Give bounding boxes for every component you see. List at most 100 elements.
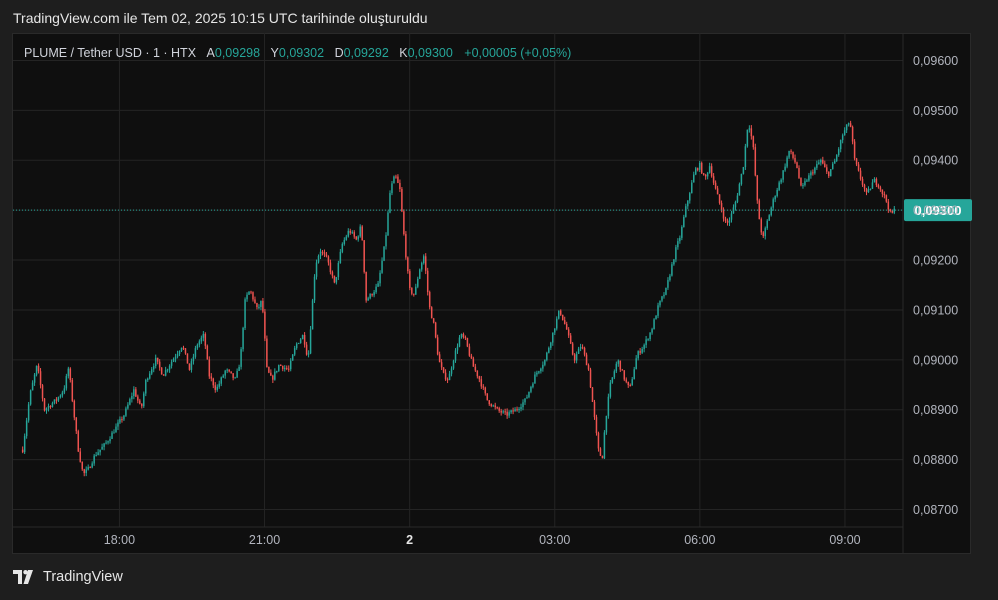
candle — [311, 298, 314, 330]
candle — [595, 414, 598, 436]
candle — [752, 135, 755, 150]
candle — [262, 297, 264, 314]
candle — [258, 304, 260, 310]
candle — [363, 240, 365, 274]
candle — [828, 171, 830, 179]
candle — [728, 217, 731, 227]
candle — [419, 268, 421, 280]
candle — [162, 374, 165, 376]
candle — [831, 161, 834, 170]
candle — [736, 192, 739, 204]
candle — [444, 369, 447, 381]
candle — [671, 262, 673, 277]
candle — [579, 343, 582, 352]
candle — [278, 364, 280, 373]
candle — [154, 354, 157, 369]
candle — [760, 217, 763, 235]
candle — [855, 157, 858, 167]
candle — [230, 371, 232, 374]
candle — [470, 353, 473, 359]
candle — [835, 154, 838, 163]
tradingview-logo[interactable]: TradingView — [13, 569, 123, 585]
candle — [81, 461, 83, 471]
candle — [569, 333, 572, 345]
candle — [160, 367, 163, 375]
candle — [845, 124, 848, 134]
candle — [355, 236, 357, 241]
legend-symbol[interactable]: PLUME / Tether USD · 1 · HTX — [24, 46, 196, 60]
candle — [704, 173, 707, 180]
candle — [462, 332, 465, 339]
candle — [762, 231, 765, 239]
candle — [204, 332, 207, 350]
candle — [498, 406, 500, 413]
candle — [152, 363, 155, 373]
candle — [482, 384, 485, 390]
candle — [103, 442, 105, 451]
candle — [772, 197, 774, 211]
candle — [325, 251, 328, 258]
candle — [492, 404, 494, 407]
candle — [744, 143, 747, 170]
candle — [722, 207, 725, 222]
candle — [33, 372, 36, 386]
candle — [649, 332, 651, 342]
candle — [287, 365, 290, 372]
candle — [345, 234, 348, 241]
candle — [696, 167, 699, 172]
candle — [248, 291, 250, 295]
candle — [222, 374, 224, 379]
candle — [669, 273, 671, 282]
legend-high-label: Y — [270, 46, 279, 60]
candle — [123, 414, 125, 421]
candle — [190, 358, 193, 373]
candle — [426, 267, 429, 296]
candle — [726, 218, 729, 226]
candle — [617, 359, 620, 367]
candle — [796, 161, 798, 169]
candle — [514, 407, 516, 412]
candle — [581, 344, 584, 350]
candle — [536, 370, 538, 377]
candlestick-chart[interactable]: 0,09300 0,096000,095000,094000,093000,09… — [0, 0, 998, 600]
candle — [683, 214, 685, 228]
candle — [79, 448, 82, 463]
candle — [601, 455, 604, 459]
candle — [857, 161, 860, 172]
candle — [137, 394, 139, 404]
candle — [335, 276, 338, 285]
candle — [567, 327, 570, 338]
candle — [480, 376, 483, 389]
candle — [212, 377, 215, 389]
candle — [893, 205, 896, 215]
candle — [651, 327, 653, 335]
candle — [484, 386, 487, 396]
candle — [284, 365, 286, 372]
candle — [67, 366, 70, 379]
candle — [448, 370, 451, 381]
candle — [353, 230, 355, 239]
candle — [571, 341, 574, 356]
candle — [164, 366, 167, 377]
candle — [168, 364, 171, 373]
candle — [734, 200, 737, 211]
x-tick-label: 09:00 — [829, 533, 860, 547]
candle — [158, 359, 161, 371]
time-axis: 18:00 21:00 2 03:00 06:00 09:00 — [13, 526, 903, 547]
candle — [494, 402, 496, 410]
candle — [129, 397, 131, 406]
y-tick-label: 0,09400 — [913, 154, 958, 168]
candle — [395, 174, 397, 179]
candle — [778, 180, 780, 192]
price-axis: 0,09600 0,09500 0,09400 0,09300 0,09200 0,091… — [902, 33, 958, 553]
candle — [303, 332, 306, 348]
candle — [764, 226, 766, 240]
candle — [31, 380, 34, 391]
candle — [432, 317, 435, 324]
candle — [85, 466, 87, 477]
candle — [679, 235, 681, 244]
candle — [430, 306, 433, 319]
candle — [556, 316, 558, 331]
candle — [798, 165, 800, 179]
candle — [434, 321, 437, 339]
